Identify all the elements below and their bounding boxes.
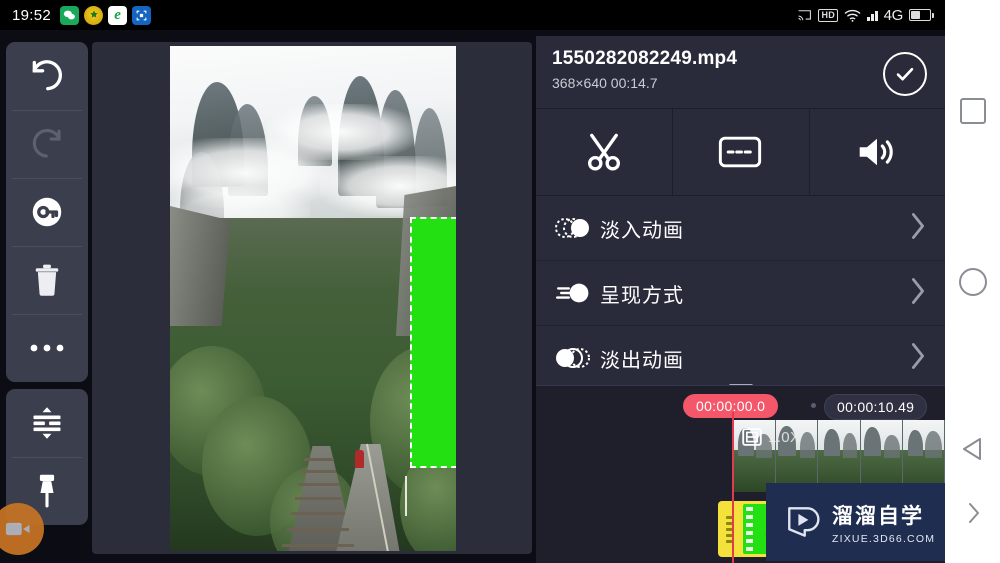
play-logo-icon xyxy=(788,507,820,537)
battery-icon xyxy=(909,9,934,21)
clip-speed-indicator: 1.0X xyxy=(741,426,800,448)
preview-rock xyxy=(170,206,230,326)
layer-order-button[interactable] xyxy=(6,389,88,457)
hd-icon: HD xyxy=(818,8,839,22)
fade-out-icon xyxy=(554,347,600,369)
current-time-badge: 00:00:00.0 xyxy=(683,394,779,418)
screen-root: 19:52 e HD 4G 1550282082249.mp4 368×640 … xyxy=(0,0,1000,563)
delete-button[interactable] xyxy=(6,246,88,314)
presentation-mode-icon xyxy=(554,282,600,304)
browser-icon: e xyxy=(108,5,128,25)
preview-tie xyxy=(295,497,342,500)
network-type-label: 4G xyxy=(883,6,904,24)
signal-icon xyxy=(867,9,878,21)
clip-tools-row xyxy=(536,108,945,196)
nav-home[interactable] xyxy=(958,268,987,296)
chevron-right-icon xyxy=(907,211,929,246)
status-bar-app-icons: e xyxy=(60,5,152,25)
preview-person xyxy=(355,450,364,468)
chevron-right-icon xyxy=(968,503,979,523)
redo-button[interactable] xyxy=(6,110,88,178)
total-time-badge: 00:00:10.49 xyxy=(824,394,928,420)
watermark-title: 溜溜自学 xyxy=(832,503,924,528)
overlay-clip-left-handle[interactable] xyxy=(718,501,740,557)
clip-frame xyxy=(818,420,861,492)
row-fade-in[interactable]: 淡入动画 xyxy=(536,196,945,261)
more-button[interactable] xyxy=(6,314,88,382)
confirm-button[interactable] xyxy=(883,52,927,96)
triangle-left-icon xyxy=(962,438,981,460)
screenshot-icon xyxy=(132,5,152,25)
lock-button[interactable] xyxy=(6,178,88,246)
assistant-icon xyxy=(84,5,104,25)
cast-icon xyxy=(797,9,812,22)
fade-in-icon xyxy=(554,217,600,239)
android-nav-bar xyxy=(945,0,1000,563)
status-bar-clock: 19:52 xyxy=(12,6,52,24)
preview-tie xyxy=(282,544,354,547)
video-preview-area[interactable] xyxy=(92,42,532,554)
left-toolbar xyxy=(6,42,88,525)
watermark: 溜溜自学 ZIXUE.3D66.COM xyxy=(766,483,945,561)
undo-button[interactable] xyxy=(6,42,88,110)
left-toolbar-group-primary xyxy=(6,42,88,382)
preview-post xyxy=(405,476,407,516)
preview-tie xyxy=(301,470,336,473)
status-bar-indicators: HD 4G xyxy=(797,7,937,24)
clip-meta: 368×640 00:14.7 xyxy=(552,75,658,91)
screen-recorder-bubble[interactable] xyxy=(0,503,44,555)
preview-mist xyxy=(266,104,416,160)
film-icon xyxy=(742,428,762,446)
clip-frame xyxy=(902,420,945,492)
subtitle-tool-button[interactable] xyxy=(672,109,808,195)
row-fade-in-label: 淡入动画 xyxy=(600,217,684,242)
preview-tie xyxy=(291,512,345,515)
wifi-icon xyxy=(844,9,861,22)
wechat-icon xyxy=(60,5,80,25)
panel-header: 1550282082249.mp4 368×640 00:14.7 xyxy=(536,36,945,108)
row-presentation-mode-label: 呈现方式 xyxy=(600,282,684,307)
row-presentation-mode[interactable]: 呈现方式 xyxy=(536,261,945,326)
preview-tie xyxy=(298,483,339,486)
trim-tool-button[interactable] xyxy=(536,109,672,195)
volume-tool-button[interactable] xyxy=(808,109,945,195)
chevron-right-icon xyxy=(907,341,929,376)
chevron-right-icon xyxy=(907,276,929,311)
nav-expand[interactable] xyxy=(962,500,984,526)
status-bar: 19:52 e HD 4G xyxy=(0,0,945,30)
clip-frame xyxy=(860,420,903,492)
preview-tie xyxy=(304,458,334,461)
nav-recents[interactable] xyxy=(959,98,986,124)
nav-back[interactable] xyxy=(958,434,988,464)
row-fade-out-label: 淡出动画 xyxy=(600,347,684,372)
video-camera-icon xyxy=(5,522,30,536)
clip-speed-label: 1.0X xyxy=(768,428,801,446)
timeline-separator-dot xyxy=(811,403,816,408)
phone-viewport: 19:52 e HD 4G 1550282082249.mp4 368×640 … xyxy=(0,0,945,563)
watermark-text: 溜溜自学 ZIXUE.3D66.COM xyxy=(832,500,935,545)
playhead[interactable] xyxy=(732,412,734,563)
overlay-selection-box[interactable] xyxy=(410,217,456,468)
clip-filename: 1550282082249.mp4 xyxy=(552,48,738,69)
video-canvas xyxy=(170,46,456,551)
watermark-url: ZIXUE.3D66.COM xyxy=(832,532,936,545)
timeline-area[interactable]: 00:00:00.0 00:00:10.49 1.0X 溜溜自学 ZIXUE.3… xyxy=(536,385,945,563)
preview-tie xyxy=(287,528,349,531)
